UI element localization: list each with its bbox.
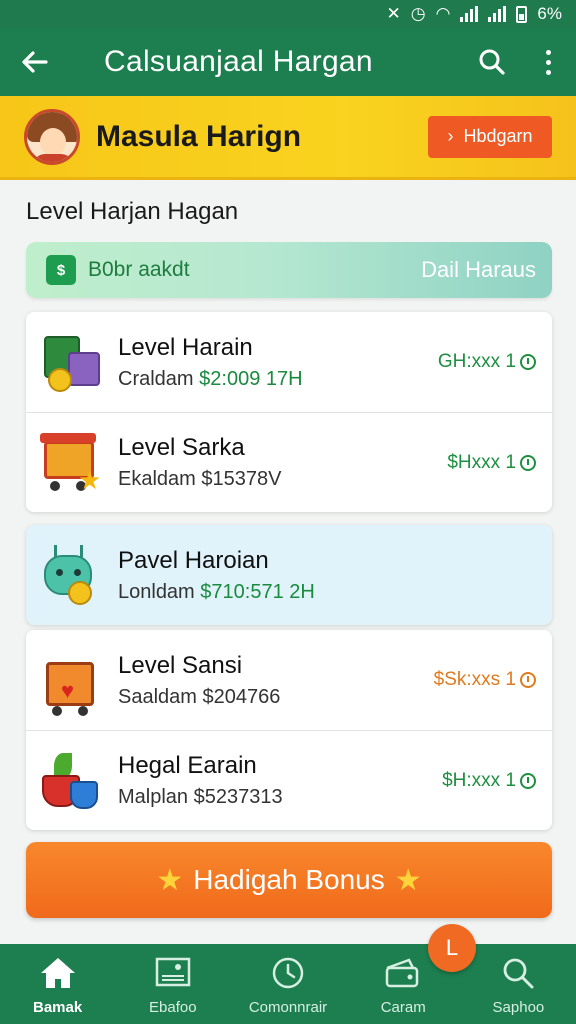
- info-icon: [520, 672, 536, 688]
- item-name: Level Harain: [118, 333, 253, 361]
- nav-item-history[interactable]: Comonnrair: [230, 944, 345, 1024]
- cart-icon: ★: [40, 431, 104, 495]
- item-name: Level Sansi: [118, 651, 243, 679]
- star-icon: ★: [156, 863, 184, 897]
- star-icon: ★: [394, 863, 422, 897]
- item-sub: Craldam $2:009 17H: [118, 367, 303, 390]
- item-card: Level Harain Craldam $2:009 17H GH:xxx 1…: [26, 312, 552, 512]
- info-icon: [520, 772, 536, 789]
- list-item[interactable]: ★ Level Sarka Ekaldam $15378V $Hxxx 1: [26, 412, 552, 512]
- status-bar: ✕ ◷ ◠ 6%: [0, 0, 576, 28]
- money-icon: $: [46, 255, 76, 285]
- nav-label: Bamak: [33, 999, 83, 1016]
- item-rate: $Sk:xxs 1: [434, 669, 536, 691]
- filter-bar[interactable]: $ B0br aakdt Dail Haraus: [26, 242, 552, 298]
- section-title: Level Harjan Hagan: [26, 198, 239, 225]
- promo-banner: Masula Harign › Hbdgarn: [0, 96, 576, 180]
- item-value: $2:009 17H: [199, 367, 303, 390]
- nav-label: Comonnrair: [248, 999, 328, 1016]
- page-title: Calsuanjaal Hargan: [104, 45, 373, 78]
- more-options-button[interactable]: [520, 28, 576, 96]
- avatar: [24, 108, 80, 165]
- search-icon: [479, 49, 505, 75]
- bowls-icon: [40, 749, 104, 813]
- list-item[interactable]: Pavel Haroian Lonldam $710:571 2H: [26, 525, 552, 625]
- clock-icon: [270, 955, 306, 991]
- fab-label: L: [445, 935, 459, 960]
- nav-item-search[interactable]: Saphoo: [461, 944, 576, 1024]
- item-rate: $H:xxx 1: [442, 770, 536, 792]
- signal-icon: [460, 6, 479, 22]
- wifi-icon: ◠: [435, 4, 451, 23]
- nav-label: Caram: [380, 999, 426, 1016]
- battery-icon: [516, 5, 528, 23]
- promo-button[interactable]: › Hbdgarn: [428, 115, 552, 158]
- battery-level: 6%: [537, 4, 562, 23]
- item-rate: $Hxxx 1: [447, 452, 536, 474]
- more-vertical-icon: [545, 49, 551, 75]
- home-icon: [38, 955, 78, 991]
- item-name: Pavel Haroian: [118, 546, 269, 574]
- nav-label: Saphoo: [492, 999, 545, 1016]
- list-item[interactable]: Hegal Earain Malplan $5237313 $H:xxx 1: [26, 730, 552, 830]
- app-bar: Calsuanjaal Hargan: [0, 28, 576, 96]
- nav-item-gallery[interactable]: Ebafoo: [115, 944, 230, 1024]
- bottom-nav: Bamak Ebafoo Comonnrair Caram Saphoo: [0, 944, 576, 1024]
- robot-icon: [40, 543, 104, 607]
- item-value: $710:571 2H: [200, 580, 315, 603]
- back-button[interactable]: [0, 28, 70, 96]
- search-icon: [500, 955, 536, 991]
- item-sub: Ekaldam $15378V: [118, 468, 282, 490]
- item-sub: Saaldam $204766: [118, 685, 281, 708]
- promo-button-label: Hbdgarn: [463, 126, 533, 146]
- picture-icon: [154, 955, 192, 991]
- item-sub: Lonldam $710:571 2H: [118, 580, 315, 603]
- trash-bin-icon: [40, 330, 104, 394]
- item-card: ♥ Level Sansi Saaldam $204766 $Sk:xxs 1 …: [26, 630, 552, 830]
- item-card-highlighted: Pavel Haroian Lonldam $710:571 2H: [26, 525, 552, 625]
- floating-action-button[interactable]: L: [428, 924, 476, 972]
- list-item[interactable]: Level Harain Craldam $2:009 17H GH:xxx 1: [26, 312, 552, 412]
- filter-right-label: Dail Haraus: [421, 257, 536, 282]
- item-name: Hegal Earain: [118, 752, 257, 779]
- nav-item-home[interactable]: Bamak: [0, 944, 115, 1024]
- item-sub: Malplan $5237313: [118, 786, 283, 808]
- info-icon: [520, 354, 536, 370]
- list-item[interactable]: ♥ Level Sansi Saaldam $204766 $Sk:xxs 1: [26, 630, 552, 730]
- arrow-left-icon: [22, 51, 48, 73]
- alarm-icon: ◷: [410, 4, 426, 23]
- bonus-label: Hadigah Bonus: [193, 864, 385, 895]
- bonus-button[interactable]: ★ Hadigah Bonus ★: [26, 842, 552, 918]
- item-value: $15378V: [201, 468, 282, 490]
- signal-icon-2: [488, 6, 507, 22]
- item-name: Level Sarka: [118, 434, 245, 461]
- search-button[interactable]: [464, 28, 520, 96]
- chevron-right-icon: ›: [447, 126, 454, 146]
- filter-label: B0br aakdt: [88, 258, 190, 281]
- item-rate: GH:xxx 1: [438, 351, 536, 373]
- nav-label: Ebafoo: [149, 999, 197, 1016]
- wallet-icon: [383, 955, 423, 991]
- basket-icon: ♥: [40, 648, 104, 716]
- promo-title: Masula Harign: [96, 119, 302, 153]
- item-value: $204766: [202, 685, 281, 708]
- item-value: $5237313: [193, 786, 283, 808]
- info-icon: [520, 454, 536, 471]
- mute-icon: ✕: [386, 4, 401, 23]
